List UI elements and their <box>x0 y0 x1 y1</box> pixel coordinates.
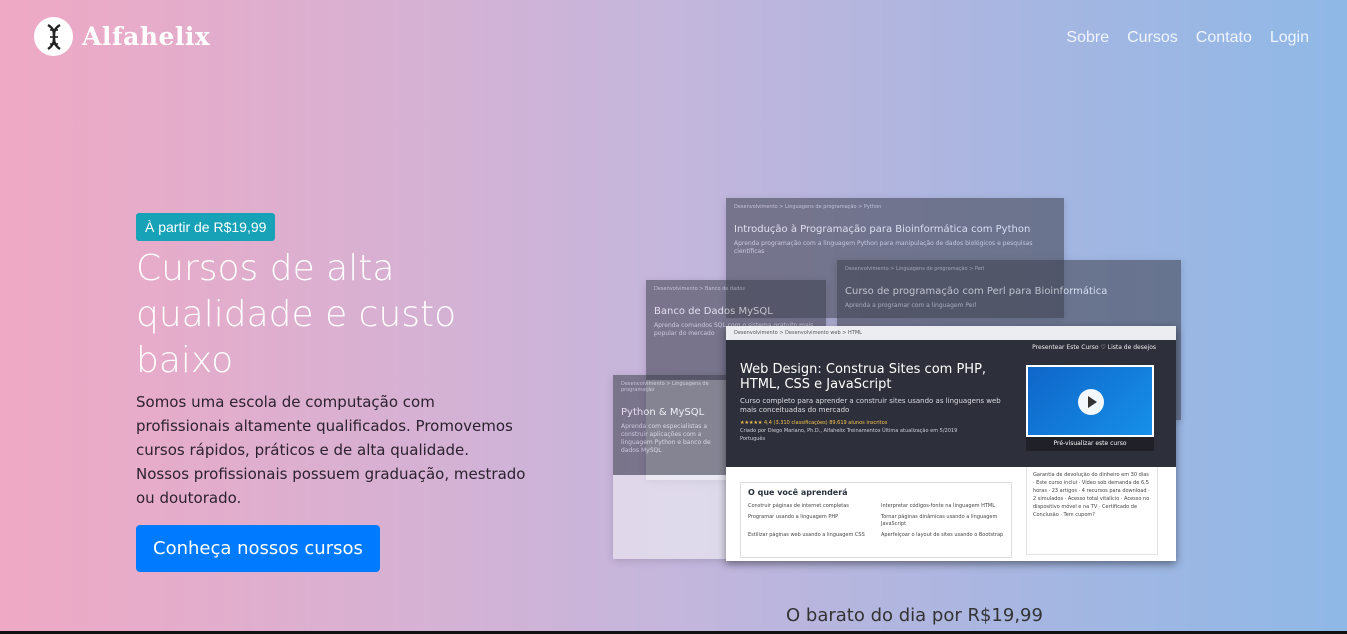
card-breadcrumb: Desenvolvimento > Banco de dados <box>654 286 746 292</box>
brand-name: Alfahelix <box>82 22 211 51</box>
nav-link-sobre[interactable]: Sobre <box>1066 29 1109 47</box>
card-header: Presentear Este Curso ♡ Lista de desejos… <box>726 340 1176 467</box>
card-title: Introdução à Programação para Bioinformá… <box>734 224 1031 235</box>
brand-logo[interactable]: Alfahelix <box>34 17 210 56</box>
nav-link-cursos[interactable]: Cursos <box>1127 29 1178 47</box>
card-title: Python & MySQL <box>621 407 705 418</box>
course-card-python-mysql: Desenvolvimento > Linguagens de programa… <box>613 375 733 559</box>
course-preview-thumbnail <box>1026 365 1154 437</box>
learn-list: Construir páginas de internet completas … <box>748 503 1004 539</box>
learn-item: Estilizar páginas web usando a linguagem… <box>748 532 865 538</box>
card-breadcrumb: Desenvolvimento > Desenvolvimento web > … <box>726 326 1176 340</box>
card-subtitle: Curso completo para aprender a construir… <box>740 397 1001 414</box>
navbar: Alfahelix Sobre Cursos Contato Login <box>0 0 1347 78</box>
card-breadcrumb: Desenvolvimento > Linguagens de programa… <box>734 204 882 210</box>
card-breadcrumb: Desenvolvimento > Linguagens de programa… <box>621 381 709 393</box>
preview-label: Pré-visualizar este curso <box>1026 437 1154 451</box>
card-subtitle: Aprenda programação com a linguagem Pyth… <box>734 240 1033 255</box>
learn-item: Aperfeiçoar o layout de sites usando o B… <box>881 532 1004 538</box>
course-card-web-design: Desenvolvimento > Desenvolvimento web > … <box>726 326 1176 561</box>
courses-cta-button[interactable]: Conheça nossos cursos <box>136 525 380 572</box>
card-title: Web Design: Construa Sites com PHP, HTML… <box>740 362 987 392</box>
nav-link-contato[interactable]: Contato <box>1196 29 1252 47</box>
course-includes: Garantia de devolução do dinheiro em 30 … <box>1026 467 1158 555</box>
learn-item: Tornar páginas dinâmicas usando a lingua… <box>881 514 998 527</box>
nav-link-login[interactable]: Login <box>1270 29 1309 47</box>
course-collage-image: Desenvolvimento > Linguagens de programa… <box>613 198 1183 563</box>
learn-title: O que você aprenderá <box>748 488 848 497</box>
card-actions: Presentear Este Curso ♡ Lista de desejos <box>1032 344 1156 351</box>
price-badge: À partir de R$19,99 <box>136 213 276 241</box>
nav-links: Sobre Cursos Contato Login <box>1066 29 1309 47</box>
hero-title: Cursos de alta qualidade e custo baixo <box>136 248 457 381</box>
hero-description: Somos uma escola de computação com profi… <box>136 393 526 507</box>
learn-box: O que você aprenderá Construir páginas d… <box>740 482 1012 558</box>
learn-item: Construir páginas de internet completas <box>748 503 849 509</box>
hero-section: À partir de R$19,99 Cursos de alta quali… <box>136 213 556 572</box>
card-title: Curso de programação com Perl para Bioin… <box>845 286 1108 297</box>
card-subtitle: Aprenda a programar com a linguagem Perl <box>845 302 977 309</box>
card-breadcrumb: Desenvolvimento > Linguagens de programa… <box>845 266 985 272</box>
play-icon <box>1078 389 1104 415</box>
learn-item: Interpretar códigos-fonte na linguagem H… <box>881 503 996 509</box>
deal-of-day-heading: O barato do dia por R$19,99 <box>786 605 1043 626</box>
dna-icon <box>34 17 73 56</box>
card-title: Banco de Dados MySQL <box>654 306 773 317</box>
learn-item: Programar usando a linguagem PHP <box>748 514 839 520</box>
card-subtitle: Aprenda com especialistas a construir ap… <box>621 423 711 454</box>
